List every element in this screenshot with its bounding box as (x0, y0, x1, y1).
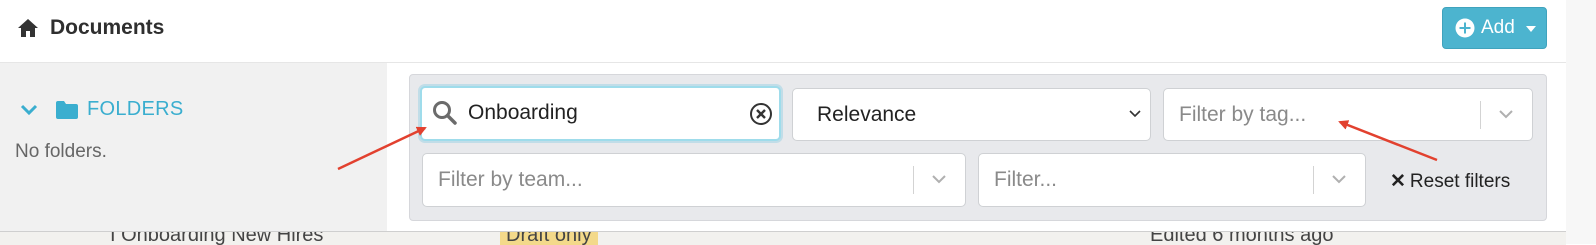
sidebar: FOLDERS No folders. (0, 63, 387, 231)
page-title: Documents (50, 16, 165, 39)
chevron-down-icon[interactable] (931, 174, 947, 184)
search-field[interactable] (420, 86, 781, 141)
select-separator (913, 166, 914, 194)
search-input[interactable] (468, 98, 738, 128)
draft-badge: Draft only (500, 232, 598, 245)
team-filter-placeholder: Filter by team... (438, 168, 583, 191)
tag-filter-select[interactable]: Filter by tag... (1163, 88, 1533, 141)
document-list-peek: I Onboarding New Hires Draft only Edited… (0, 231, 1566, 245)
caret-down-icon (1526, 26, 1536, 32)
add-button-label: Add (1481, 17, 1515, 38)
add-button[interactable]: Add (1442, 7, 1547, 49)
close-icon: ✕ (1390, 171, 1406, 192)
team-filter-select[interactable]: Filter by team... (422, 153, 966, 207)
select-separator (1313, 166, 1314, 194)
chevron-down-icon[interactable] (20, 103, 38, 117)
generic-filter-placeholder: Filter... (994, 168, 1058, 191)
reset-filters-label: Reset filters (1409, 171, 1511, 192)
document-title-fragment[interactable]: I Onboarding New Hires (110, 232, 323, 245)
reset-filters-button[interactable]: ✕ Reset filters (1390, 170, 1510, 193)
page-header: Documents Add (0, 0, 1566, 63)
folders-toggle[interactable]: FOLDERS (87, 98, 184, 121)
home-icon[interactable] (16, 16, 40, 40)
empty-folders-text: No folders. (15, 141, 107, 162)
scrollbar-gutter (1566, 0, 1596, 244)
sort-selected-value: Relevance (817, 103, 917, 126)
sort-select[interactable]: Relevance (792, 88, 1151, 141)
search-icon (433, 101, 457, 125)
generic-filter-select[interactable]: Filter... (978, 153, 1366, 207)
clear-icon[interactable] (749, 102, 773, 126)
chevron-down-icon[interactable] (1498, 109, 1514, 119)
folder-icon (56, 101, 78, 119)
chevron-down-icon (1129, 110, 1141, 118)
plus-circle-icon (1455, 18, 1475, 38)
chevron-down-icon[interactable] (1331, 174, 1347, 184)
tag-filter-placeholder: Filter by tag... (1179, 103, 1307, 126)
select-separator (1480, 101, 1481, 129)
edited-time-fragment: Edited 6 months ago (1150, 231, 1334, 245)
